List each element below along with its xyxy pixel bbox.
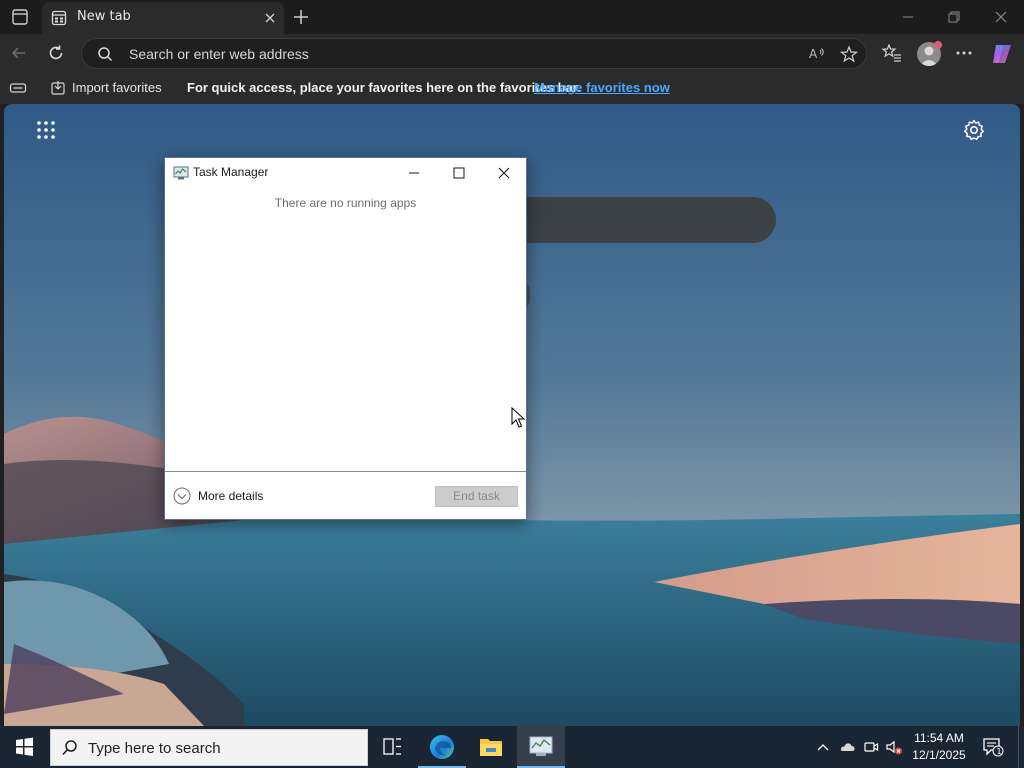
task-manager-app-icon: [173, 166, 189, 180]
clock-time: 11:54 AM: [914, 731, 964, 745]
end-task-button[interactable]: End task: [435, 486, 518, 507]
chevron-down-circle-icon[interactable]: [173, 487, 191, 505]
taskbar-file-explorer-button[interactable]: [467, 726, 515, 768]
search-icon: [98, 47, 113, 62]
folder-icon: [480, 739, 502, 756]
close-icon[interactable]: [495, 164, 513, 182]
maximize-icon[interactable]: [450, 164, 468, 182]
close-tab-icon[interactable]: [262, 10, 278, 26]
favorites-icon[interactable]: [881, 42, 903, 64]
new-tab-plus-icon[interactable]: [290, 6, 312, 28]
system-clock[interactable]: 11:54 AM 12/1/2025: [908, 730, 970, 764]
minimize-icon[interactable]: [405, 164, 423, 182]
browser-toolbar: Search or enter web address A: [0, 34, 1024, 72]
taskbar-search-placeholder: Type here to search: [88, 740, 221, 757]
footer-divider: [165, 471, 526, 472]
tab-strip: New tab: [0, 0, 1024, 34]
read-aloud-icon[interactable]: A: [808, 45, 826, 63]
task-manager-window: Task Manager There are no running apps M…: [164, 157, 527, 520]
task-manager-title: Task Manager: [193, 165, 269, 179]
onedrive-cloud-icon[interactable]: [838, 738, 856, 756]
import-favorites-button[interactable]: Import favorites: [72, 80, 162, 95]
manage-favorites-link[interactable]: Manage favorites now: [534, 80, 670, 95]
tab-title: New tab: [77, 9, 131, 24]
address-bar[interactable]: Search or enter web address A: [81, 38, 867, 69]
address-bar-placeholder: Search or enter web address: [129, 46, 309, 62]
web-search-box[interactable]: [504, 197, 776, 243]
favorite-star-icon[interactable]: [840, 45, 858, 63]
notification-count-badge: 1: [996, 747, 1002, 756]
task-view-icon: [383, 738, 401, 755]
task-manager-titlebar[interactable]: Task Manager: [165, 158, 526, 188]
chevron-up-icon[interactable]: [814, 738, 832, 756]
tab-new-tab[interactable]: New tab: [42, 2, 284, 34]
taskbar: Type here to search 11:54 AM 12/1/2025 1: [0, 726, 1024, 768]
show-desktop-button[interactable]: [1018, 726, 1024, 768]
no-running-apps-message: There are no running apps: [274, 196, 417, 210]
close-window-icon[interactable]: [990, 6, 1012, 28]
more-options-icon[interactable]: [953, 42, 975, 64]
new-tab-favicon-icon: [51, 10, 67, 26]
import-favorites-icon: [51, 81, 65, 95]
minimize-icon[interactable]: [897, 6, 919, 28]
taskbar-search-box[interactable]: Type here to search: [50, 729, 368, 766]
favorites-bar: Import favorites For quick access, place…: [0, 72, 1024, 104]
gear-icon[interactable]: [962, 118, 986, 142]
mouse-pointer-icon: [511, 407, 525, 428]
favorites-bar-hint: For quick access, place your favorites h…: [187, 80, 581, 95]
tab-actions-icon[interactable]: [10, 7, 30, 27]
search-icon: [62, 740, 77, 756]
edge-browser-icon: [430, 735, 454, 759]
windows-start-icon[interactable]: [0, 726, 48, 768]
taskbar-task-manager-button[interactable]: [517, 726, 565, 768]
more-details-button[interactable]: More details: [198, 489, 263, 503]
restore-icon[interactable]: [943, 6, 965, 28]
svg-text:A: A: [809, 47, 818, 61]
clock-date: 12/1/2025: [912, 748, 966, 762]
back-arrow-icon[interactable]: [9, 43, 29, 63]
task-view-button[interactable]: [368, 726, 416, 768]
refresh-icon[interactable]: [46, 43, 66, 63]
volume-muted-icon[interactable]: [885, 738, 903, 756]
profile-notification-dot: [934, 41, 942, 49]
meet-now-icon[interactable]: [862, 738, 880, 756]
task-manager-icon: [529, 736, 553, 756]
taskbar-edge-button[interactable]: [418, 726, 466, 768]
copilot-icon[interactable]: [990, 42, 1014, 66]
favorites-bar-toggle-icon[interactable]: [9, 80, 27, 96]
apps-grid-icon[interactable]: [36, 120, 56, 140]
